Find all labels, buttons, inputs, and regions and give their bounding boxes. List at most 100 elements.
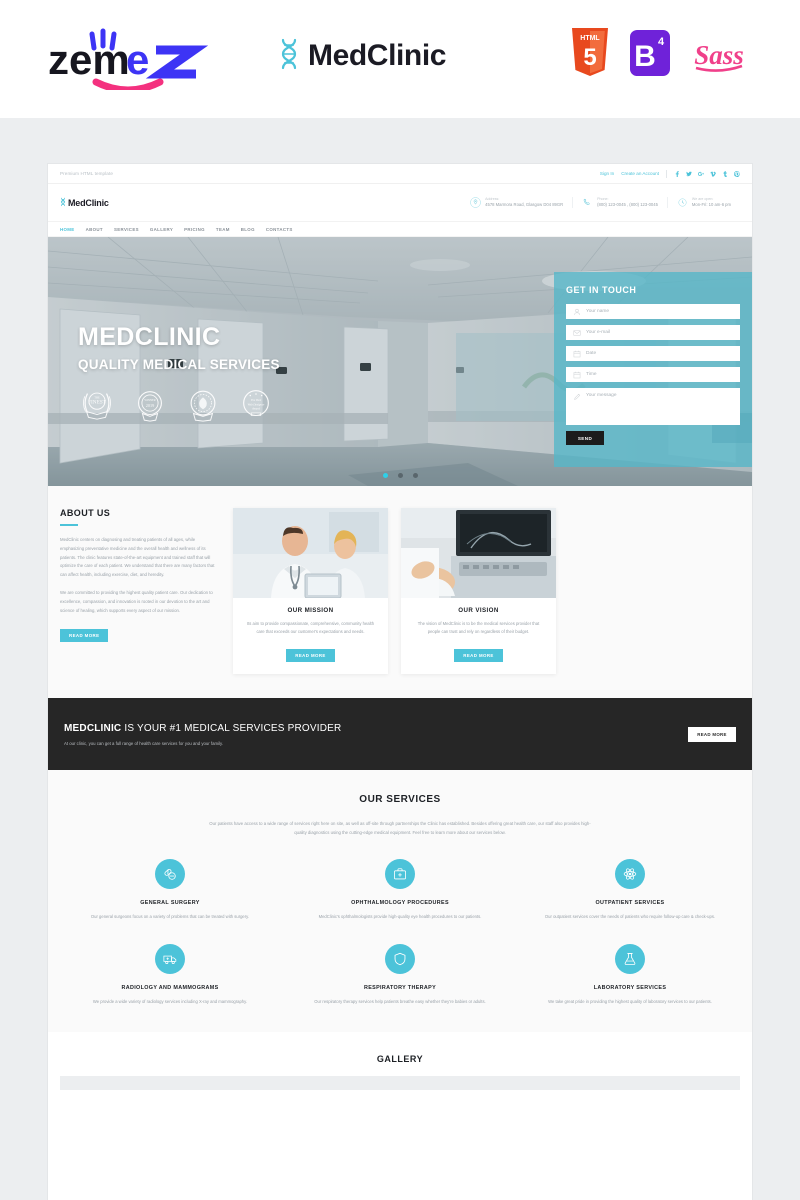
about-title: ABOUT US bbox=[60, 508, 111, 518]
dna-icon bbox=[61, 197, 65, 207]
field-date[interactable]: Date bbox=[566, 346, 740, 361]
product-logo-text: MedClinic bbox=[308, 39, 447, 72]
field-your-email-placeholder: Your e-mail bbox=[586, 330, 611, 335]
field-your-name-placeholder: Your name bbox=[586, 309, 610, 314]
vision-card-title: OUR VISION bbox=[458, 607, 499, 614]
sass-badge-icon: Sass bbox=[694, 40, 744, 72]
header-contact-group: Address: 4578 Marmora Road, Glasgow D04 … bbox=[461, 196, 740, 209]
bootstrap4-badge-icon: B 4 bbox=[630, 30, 670, 76]
field-time[interactable]: Time bbox=[566, 367, 740, 382]
service-laboratory-services[interactable]: LABORATORY SERVICES We take great pride … bbox=[520, 943, 740, 1006]
service-icon-wrap bbox=[155, 859, 185, 890]
services-grid: GENERAL SURGERY Our general surgeons foc… bbox=[60, 859, 740, 1006]
field-your-message-placeholder: Your message bbox=[586, 393, 617, 398]
contact-address: Address: 4578 Marmora Road, Glasgow D04 … bbox=[461, 197, 572, 208]
twitter-icon[interactable] bbox=[686, 171, 692, 177]
slider-dot-3[interactable] bbox=[412, 473, 418, 478]
hero-copy: MEDCLINIC QUALITY MEDICAL SERVICES THE F… bbox=[78, 325, 280, 423]
product-logo: MedClinic bbox=[278, 38, 446, 74]
site-logo[interactable]: MedClinic bbox=[60, 197, 109, 208]
slider-dot-1[interactable] bbox=[382, 473, 388, 478]
topbar-right-group: Sign In Create an Account bbox=[600, 169, 740, 178]
mission-read-more-button[interactable]: READ MORE bbox=[286, 649, 335, 663]
nav-item-gallery[interactable]: GALLERY bbox=[150, 227, 173, 232]
service-name: OUTPATIENT SERVICES bbox=[595, 900, 665, 907]
topbar-tagline: Premium HTML template bbox=[60, 171, 113, 176]
field-your-email[interactable]: Your e-mail bbox=[566, 325, 740, 340]
about-paragraph-1: MedClinic centers on diagnosing and trea… bbox=[60, 537, 215, 578]
service-text: Our outpatient services cover the needs … bbox=[544, 914, 716, 920]
svg-text:HTML: HTML bbox=[580, 35, 600, 42]
pen-icon bbox=[574, 393, 581, 400]
cta-read-more-button[interactable]: READ MORE bbox=[688, 726, 736, 742]
svg-text:Award: Award bbox=[251, 407, 260, 411]
ambulance-icon bbox=[163, 955, 177, 964]
service-outpatient-services[interactable]: OUTPATIENT SERVICES Our outpatient servi… bbox=[520, 859, 740, 921]
mission-card: OUR MISSION Its aim to provide compassio… bbox=[233, 508, 388, 675]
service-radiology-and-mammograms[interactable]: RADIOLOGY AND MAMMOGRAMS We provide a wi… bbox=[60, 943, 280, 1006]
vision-card: OUR VISION The vision of MedClinic is to… bbox=[401, 508, 556, 675]
service-ophthalmology-procedures[interactable]: OPHTHALMOLOGY PROCEDURES MedClinic's oph… bbox=[290, 859, 510, 921]
svg-text:Sass: Sass bbox=[694, 40, 744, 70]
google-plus-icon[interactable] bbox=[698, 171, 704, 177]
svg-text:zem: zem bbox=[48, 36, 130, 83]
service-respiratory-therapy[interactable]: RESPIRATORY THERAPY Our respiratory ther… bbox=[290, 943, 510, 1006]
about-read-more-button[interactable]: READ MORE bbox=[60, 629, 109, 643]
service-general-surgery[interactable]: GENERAL SURGERY Our general surgeons foc… bbox=[60, 859, 280, 921]
send-button[interactable]: SEND bbox=[566, 431, 604, 445]
vision-read-more-button[interactable]: READ MORE bbox=[454, 649, 503, 663]
cta-text-group: MEDCLINIC IS YOUR #1 MEDICAL SERVICES PR… bbox=[64, 723, 341, 746]
services-header: OUR SERVICES Our patients have access to… bbox=[60, 794, 740, 837]
hero-subtitle: QUALITY MEDICAL SERVICES bbox=[78, 357, 280, 372]
envelope-icon bbox=[573, 329, 581, 336]
calendar-icon bbox=[573, 350, 581, 357]
facebook-icon[interactable] bbox=[674, 170, 680, 177]
services-title: OUR SERVICES bbox=[359, 794, 441, 806]
cta-banner: MEDCLINIC IS YOUR #1 MEDICAL SERVICES PR… bbox=[48, 698, 752, 771]
ultrasound-equipment-photo bbox=[401, 508, 556, 598]
vision-card-image bbox=[401, 508, 556, 598]
topbar-divider bbox=[666, 169, 667, 178]
about-paragraph-2: We are committed to providing the highes… bbox=[60, 589, 213, 613]
about-text-column: ABOUT US MedClinic centers on diagnosing… bbox=[60, 508, 220, 674]
svg-text:FINEST: FINEST bbox=[88, 400, 106, 406]
service-name: RADIOLOGY AND MAMMOGRAMS bbox=[121, 984, 219, 991]
field-your-message[interactable]: Your message bbox=[566, 388, 740, 425]
dna-icon bbox=[281, 38, 297, 70]
nav-item-home[interactable]: HOME bbox=[60, 227, 75, 232]
cta-heading-bold: MEDCLINIC bbox=[64, 722, 122, 734]
create-account-link[interactable]: Create an Account bbox=[621, 171, 659, 176]
nav-item-team[interactable]: TEAM bbox=[216, 227, 230, 232]
award-badge-finest-icon: THE FINEST bbox=[83, 392, 111, 420]
gallery-strip bbox=[60, 1076, 740, 1091]
service-name: LABORATORY SERVICES bbox=[593, 984, 667, 991]
tumblr-icon[interactable] bbox=[722, 170, 728, 177]
nav-item-about[interactable]: ABOUT bbox=[86, 227, 103, 232]
nav-item-pricing[interactable]: PRICING bbox=[184, 227, 205, 232]
doctors-with-tablet-photo bbox=[233, 508, 388, 598]
slider-dot-2[interactable] bbox=[397, 473, 403, 478]
gallery-title: GALLERY bbox=[376, 1054, 424, 1065]
pinterest-icon[interactable] bbox=[734, 170, 740, 177]
nav-item-contacts[interactable]: CONTACTS bbox=[266, 227, 293, 232]
hero-slider-dots bbox=[48, 473, 752, 478]
vimeo-icon[interactable] bbox=[710, 171, 716, 177]
sign-in-link[interactable]: Sign In bbox=[600, 171, 614, 176]
social-links bbox=[674, 170, 740, 177]
service-icon-wrap bbox=[615, 859, 645, 890]
nav-item-blog[interactable]: BLOG bbox=[241, 227, 255, 232]
medical-bag-icon bbox=[394, 868, 406, 880]
field-your-name[interactable]: Your name bbox=[566, 304, 740, 319]
website-preview: Premium HTML template Sign In Create an … bbox=[48, 164, 752, 1200]
service-icon-wrap bbox=[385, 943, 415, 974]
phone-icon bbox=[583, 198, 590, 205]
service-text: We provide a wide variety of radiology s… bbox=[92, 998, 248, 1004]
nav-item-services[interactable]: SERVICES bbox=[114, 227, 139, 232]
svg-text:5: 5 bbox=[583, 44, 596, 71]
zemez-logo[interactable]: zem e bbox=[48, 28, 209, 94]
field-time-placeholder: Time bbox=[586, 372, 597, 377]
field-date-placeholder: Date bbox=[586, 351, 597, 356]
map-pin-icon bbox=[470, 197, 481, 208]
technology-badges: HTML 5 B 4 Sass bbox=[568, 28, 750, 78]
contact-hours: We are open: Mon-Fri: 10 am-6 pm bbox=[666, 196, 740, 209]
